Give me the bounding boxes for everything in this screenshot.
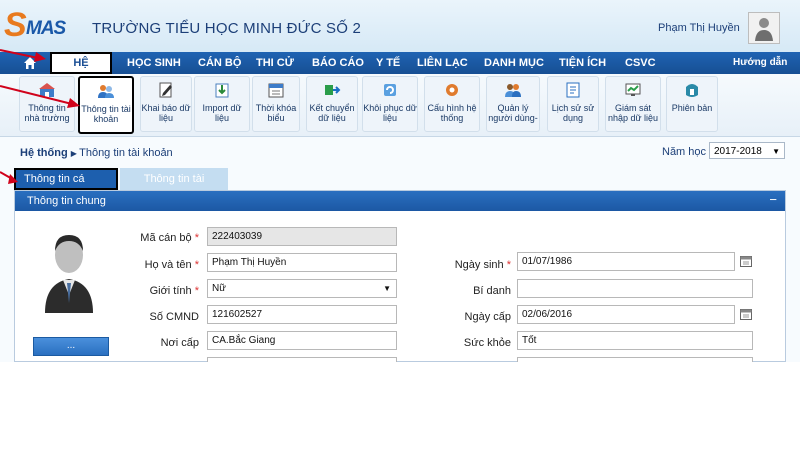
collapse-icon[interactable]: − [769, 190, 777, 210]
import-icon [215, 83, 229, 98]
issue-date-field[interactable]: 02/06/2016 [517, 305, 735, 324]
health-label: Sức khỏe [463, 337, 511, 349]
avatar[interactable] [748, 12, 780, 44]
id-number-field[interactable]: 121602527 [207, 305, 397, 324]
school-name: TRƯỜNG TIỂU HỌC MINH ĐỨC SỐ 2 [92, 20, 362, 37]
breadcrumb: Hệ thống ▶ Thông tin tài khoản [20, 147, 173, 159]
main-nav: HỆ THỐNG HỌC SINH CÁN BỘ THI CỬ BÁO CÁO … [0, 52, 800, 87]
nav-y-te[interactable]: Y TẾ [376, 52, 400, 74]
tool-phien-ban[interactable]: Phiên bản [666, 76, 718, 132]
user-management-icon [505, 84, 521, 97]
alias-label: Bí danh [473, 285, 511, 297]
edit-document-icon [159, 82, 172, 98]
nav-can-bo[interactable]: CÁN BỘ [198, 52, 241, 74]
health-field[interactable]: Tốt [517, 331, 753, 350]
user-name[interactable]: Phạm Thị Huyền [658, 22, 740, 34]
tool-thoi-khoa-bieu[interactable]: Thời khóa biểu [252, 76, 300, 132]
gender-label: Giới tính * [149, 285, 199, 297]
restore-icon [384, 84, 396, 96]
tool-lich-su-su-dung[interactable]: Lịch sử sử dụng [547, 76, 599, 132]
school-year-label: Năm học [662, 146, 707, 158]
nav-csvc[interactable]: CSVC [625, 52, 656, 74]
full-name-field[interactable]: Phạm Thị Huyền [207, 253, 397, 272]
issue-date-label: Ngày cấp [464, 311, 511, 323]
nav-he-thong[interactable]: HỆ THỐNG [50, 52, 112, 87]
nav-hoc-sinh[interactable]: HỌC SINH [127, 52, 181, 74]
birth-date-field[interactable]: 01/07/1986 [517, 252, 735, 271]
chevron-down-icon: ▼ [772, 147, 780, 156]
users-icon [98, 85, 114, 98]
tool-khoi-phuc-du-lieu[interactable]: Khôi phục dữ liệu [362, 76, 418, 132]
annotation-arrow-icon [0, 171, 18, 184]
calendar-icon [268, 83, 284, 98]
panel-title: Thông tin chung [27, 195, 106, 207]
tool-thong-tin-tai-khoan[interactable]: Thông tin tài khoản [78, 76, 134, 134]
tool-ket-chuyen-du-lieu[interactable]: Kết chuyển dữ liệu [306, 76, 358, 132]
smas-app: S MAS TRƯỜNG TIỂU HỌC MINH ĐỨC SỐ 2 Phạm … [0, 0, 800, 362]
nav-bao-cao[interactable]: BÁO CÁO [312, 52, 364, 74]
annotation-arrow-icon [0, 49, 46, 62]
general-info-panel: Thông tin chung − ... Mã cán bộ * 222403… [14, 190, 786, 362]
history-icon [566, 82, 580, 98]
breadcrumb-root[interactable]: Hệ thống [20, 147, 68, 159]
settings-icon [446, 84, 458, 96]
issue-place-field[interactable]: CA.Bắc Giang [207, 331, 397, 350]
profile-photo-placeholder [45, 235, 93, 313]
full-name-label: Họ và tên * [144, 259, 199, 271]
staff-code-label: Mã cán bộ * [140, 232, 199, 244]
header: S MAS TRƯỜNG TIỂU HỌC MINH ĐỨC SỐ 2 Phạm … [0, 0, 800, 52]
tool-import-du-lieu[interactable]: Import dữ liệu [194, 76, 250, 132]
next-field[interactable] [207, 357, 397, 362]
panel-header: Thông tin chung − [15, 191, 785, 211]
tool-giam-sat-nhap-du-lieu[interactable]: Giám sát nhập dữ liệu [605, 76, 661, 132]
transfer-icon [325, 85, 341, 95]
tool-quan-ly-nguoi-dung[interactable]: Quản lý người dùng- [486, 76, 540, 132]
nav-thi-cu[interactable]: THI CỬ [256, 52, 294, 74]
nav-danh-muc[interactable]: DANH MỤC [484, 52, 544, 74]
smas-logo[interactable]: S MAS [4, 6, 82, 46]
alias-field[interactable] [517, 279, 753, 298]
id-number-label: Số CMND [149, 311, 199, 323]
monitor-icon [625, 83, 641, 96]
tool-khai-bao-du-lieu[interactable]: Khai báo dữ liệu [140, 76, 192, 132]
school-year-select[interactable]: 2017-2018 ▼ [709, 142, 785, 159]
issue-place-label: Nơi cấp [160, 337, 199, 349]
calendar-icon[interactable] [740, 308, 752, 320]
tab-account-info[interactable]: Thông tin tài khoản [120, 168, 228, 207]
nav-tien-ich[interactable]: TIỆN ÍCH [559, 52, 606, 74]
chevron-down-icon: ▼ [383, 284, 391, 293]
staff-code-field[interactable]: 222403039 [207, 227, 397, 246]
next-field[interactable] [517, 357, 753, 362]
photo-upload-button[interactable]: ... [33, 337, 109, 356]
tab-personal-info[interactable]: Thông tin cá nhân [14, 168, 118, 203]
module-toolbar: Thông tin nhà trường Thông tin tài khoản… [0, 74, 800, 137]
annotation-arrow-icon [0, 85, 80, 108]
tool-cau-hinh-he-thong[interactable]: Cấu hình hệ thống [424, 76, 480, 132]
calendar-icon[interactable] [740, 255, 752, 267]
nav-lien-lac[interactable]: LIÊN LẠC [417, 52, 468, 74]
breadcrumb-current: Thông tin tài khoản [79, 147, 173, 159]
version-icon [686, 84, 698, 97]
breadcrumb-separator-icon: ▶ [70, 149, 80, 158]
gender-select[interactable]: Nữ ▼ [207, 279, 397, 298]
birth-date-label: Ngày sinh * [454, 259, 511, 271]
help-link[interactable]: Hướng dẫn [733, 52, 787, 74]
